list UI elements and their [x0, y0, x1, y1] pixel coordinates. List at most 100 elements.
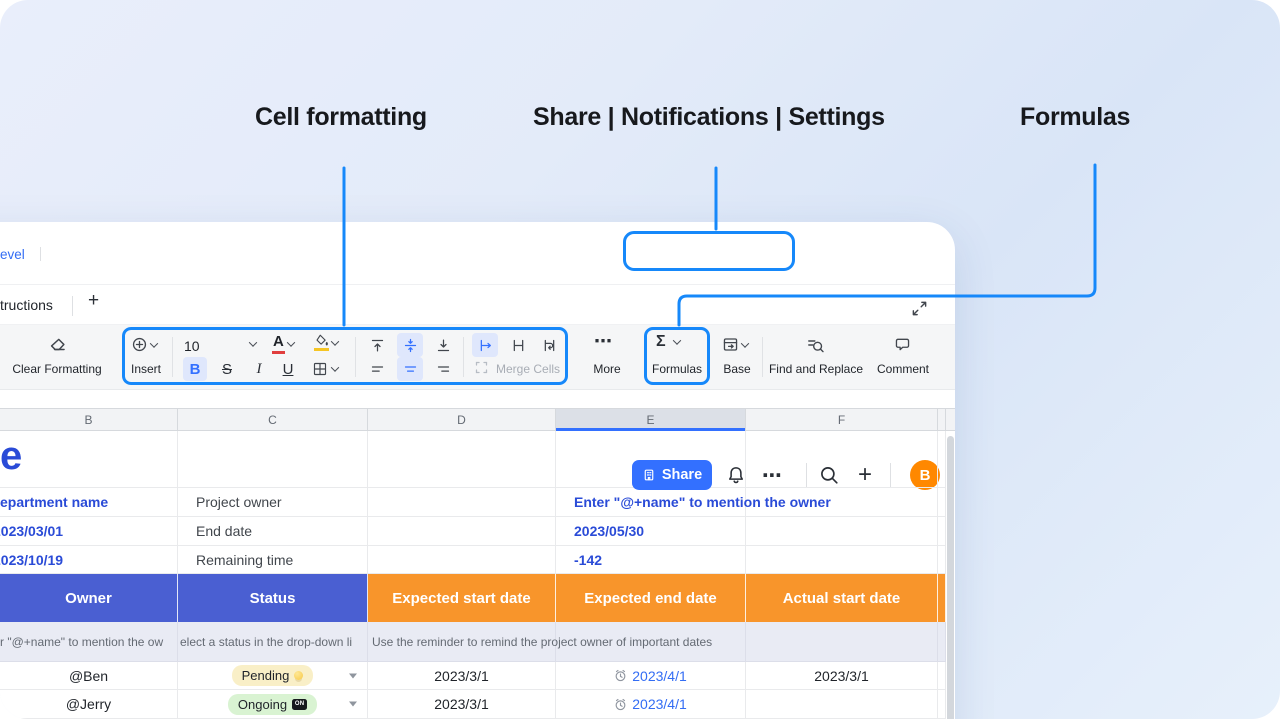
- italic-button[interactable]: I: [247, 357, 271, 381]
- date-cell[interactable]: 2023/3/1: [368, 690, 556, 719]
- column-header-partial[interactable]: [938, 409, 946, 430]
- cell[interactable]: [746, 488, 938, 517]
- dropdown-icon[interactable]: [349, 673, 357, 678]
- cell[interactable]: [746, 546, 938, 574]
- cell[interactable]: [178, 431, 368, 488]
- date-link[interactable]: 2023/4/1: [632, 668, 687, 684]
- date-cell[interactable]: [746, 690, 938, 719]
- status-cell[interactable]: Ongoing ON: [178, 690, 368, 719]
- cell-text: @Ben: [69, 668, 108, 684]
- fill-color-button[interactable]: [314, 334, 338, 351]
- cell[interactable]: End date: [178, 517, 368, 546]
- cell[interactable]: [938, 431, 946, 488]
- status-badge[interactable]: Ongoing ON: [228, 694, 317, 715]
- expand-icon[interactable]: [908, 298, 930, 318]
- align-left-button[interactable]: [364, 357, 390, 381]
- paint-bucket-icon: [314, 334, 329, 351]
- find-replace-icon[interactable]: [806, 336, 824, 354]
- cell[interactable]: [938, 546, 946, 574]
- add-sheet-button[interactable]: +: [88, 290, 99, 312]
- reminder-date-cell[interactable]: 2023/4/1: [556, 662, 746, 690]
- sheet-title-cell[interactable]: e: [0, 431, 178, 488]
- font-size-value[interactable]: 10: [184, 338, 200, 354]
- cell[interactable]: Use the reminder to remind the project o…: [368, 622, 556, 662]
- merge-cells-icon[interactable]: [474, 360, 489, 375]
- date-cell[interactable]: 2023/3/1: [746, 662, 938, 690]
- sheet-tab-bar: tructions +: [0, 286, 955, 325]
- cell[interactable]: Enter "@+name" to mention the owner: [556, 488, 746, 517]
- column-header-c[interactable]: C: [178, 409, 368, 430]
- reminder-date-cell[interactable]: 2023/4/1: [556, 690, 746, 719]
- base-button[interactable]: [722, 336, 748, 353]
- cell[interactable]: [746, 622, 938, 662]
- header-status[interactable]: Status: [178, 574, 368, 622]
- header-expected-end[interactable]: Expected end date: [556, 574, 746, 622]
- align-right-button[interactable]: [430, 357, 456, 381]
- owner-cell[interactable]: @Jerry: [0, 690, 178, 719]
- cell[interactable]: [368, 431, 556, 488]
- cell[interactable]: [938, 517, 946, 546]
- align-middle-button[interactable]: [397, 333, 423, 357]
- chevron-down-icon: [672, 336, 680, 344]
- formulas-button[interactable]: Σ: [656, 333, 680, 351]
- light-bulb-icon: [294, 671, 303, 680]
- cell[interactable]: [368, 546, 556, 574]
- cell[interactable]: -142: [556, 546, 746, 574]
- bold-button[interactable]: B: [183, 357, 207, 381]
- header-partial[interactable]: [938, 574, 946, 622]
- borders-button[interactable]: [308, 357, 342, 381]
- status-cell[interactable]: Pending: [178, 662, 368, 690]
- clear-formatting-icon[interactable]: [48, 336, 67, 355]
- cell[interactable]: [368, 488, 556, 517]
- font-size-chevron-icon[interactable]: [249, 338, 257, 346]
- cell[interactable]: [938, 488, 946, 517]
- comment-label: Comment: [877, 362, 929, 376]
- cell[interactable]: Project owner: [178, 488, 368, 517]
- cell[interactable]: epartment name: [0, 488, 178, 517]
- align-top-button[interactable]: [364, 333, 390, 357]
- font-color-button[interactable]: A: [272, 334, 294, 354]
- text-wrap-button[interactable]: [536, 333, 562, 357]
- breadcrumb[interactable]: evel: [0, 247, 25, 262]
- insert-icon[interactable]: [131, 336, 157, 353]
- share-button[interactable]: Share: [632, 460, 712, 490]
- sigma-icon: Σ: [656, 333, 666, 351]
- comment-icon[interactable]: [894, 336, 911, 353]
- align-center-button[interactable]: [397, 357, 423, 381]
- cell[interactable]: 2023/05/30: [556, 517, 746, 546]
- column-header-d[interactable]: D: [368, 409, 556, 430]
- cell[interactable]: [368, 517, 556, 546]
- vertical-scrollbar[interactable]: [947, 436, 954, 719]
- date-link[interactable]: 2023/4/1: [632, 696, 687, 712]
- header-expected-start[interactable]: Expected start date: [368, 574, 556, 622]
- header-owner[interactable]: Owner: [0, 574, 178, 622]
- cell[interactable]: [938, 690, 946, 719]
- cell[interactable]: r "@+name" to mention the ow: [0, 622, 178, 662]
- divider: [40, 247, 41, 261]
- text-overflow-button[interactable]: [472, 333, 498, 357]
- tab-instructions[interactable]: tructions: [0, 297, 53, 313]
- owner-cell[interactable]: @Ben: [0, 662, 178, 690]
- spreadsheet-grid: e epartment name Project owner Enter "@+…: [0, 431, 955, 719]
- dropdown-icon[interactable]: [349, 702, 357, 707]
- cell[interactable]: Remaining time: [178, 546, 368, 574]
- cell[interactable]: [746, 517, 938, 546]
- date-cell[interactable]: 2023/3/1: [368, 662, 556, 690]
- column-header-e-selected[interactable]: E: [556, 409, 746, 430]
- status-badge[interactable]: Pending: [232, 665, 314, 686]
- underline-button[interactable]: U: [276, 357, 300, 381]
- cell[interactable]: 2023/10/19: [0, 546, 178, 574]
- cell[interactable]: [938, 622, 946, 662]
- text-clip-button[interactable]: [505, 333, 531, 357]
- cell-text: -142: [556, 552, 602, 568]
- cell[interactable]: elect a status in the drop-down li: [178, 622, 368, 662]
- column-header-b[interactable]: B: [0, 409, 178, 430]
- toolbar-more-icon[interactable]: ⋯: [594, 331, 613, 352]
- header-actual-start[interactable]: Actual start date: [746, 574, 938, 622]
- cell[interactable]: [746, 431, 938, 488]
- cell[interactable]: [938, 662, 946, 690]
- align-bottom-button[interactable]: [430, 333, 456, 357]
- column-header-f[interactable]: F: [746, 409, 938, 430]
- strikethrough-button[interactable]: S: [215, 357, 239, 381]
- cell[interactable]: 2023/03/01: [0, 517, 178, 546]
